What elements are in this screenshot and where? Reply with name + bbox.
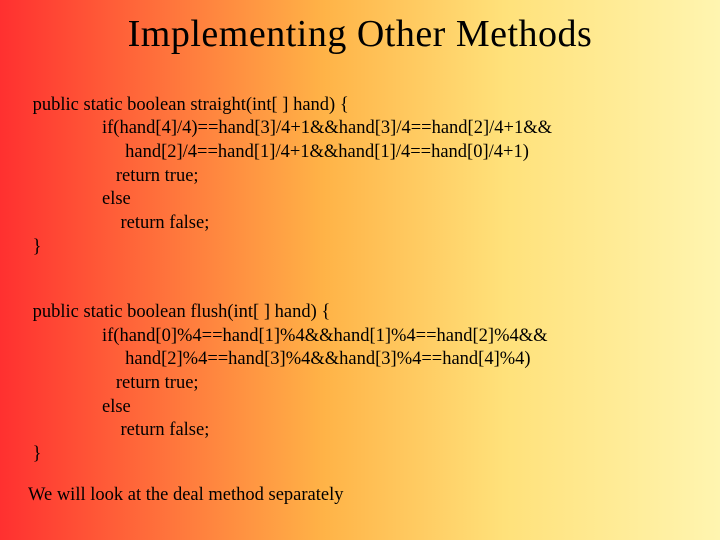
footer-text: We will look at the deal method separate…: [28, 485, 692, 506]
code-line: return false;: [28, 420, 209, 440]
code-block-straight: public static boolean straight(int[ ] ha…: [28, 70, 692, 259]
slide: Implementing Other Methods public static…: [0, 0, 720, 540]
code-block-flush: public static boolean flush(int[ ] hand)…: [28, 277, 692, 466]
code-line: if(hand[0]%4==hand[1]%4&&hand[1]%4==hand…: [28, 326, 548, 346]
code-line: return true;: [28, 166, 199, 186]
code-line: hand[2]%4==hand[3]%4&&hand[3]%4==hand[4]…: [28, 349, 531, 369]
code-line: else: [28, 189, 131, 209]
code-line: else: [28, 397, 131, 417]
code-line: public static boolean flush(int[ ] hand)…: [28, 302, 330, 322]
code-line: return true;: [28, 373, 199, 393]
code-line: if(hand[4]/4)==hand[3]/4+1&&hand[3]/4==h…: [28, 118, 552, 138]
code-line: return false;: [28, 213, 209, 233]
slide-title: Implementing Other Methods: [28, 12, 692, 56]
code-line: }: [28, 444, 42, 464]
code-line: }: [28, 237, 42, 257]
code-line: hand[2]/4==hand[1]/4+1&&hand[1]/4==hand[…: [28, 142, 529, 162]
code-line: public static boolean straight(int[ ] ha…: [28, 95, 349, 115]
